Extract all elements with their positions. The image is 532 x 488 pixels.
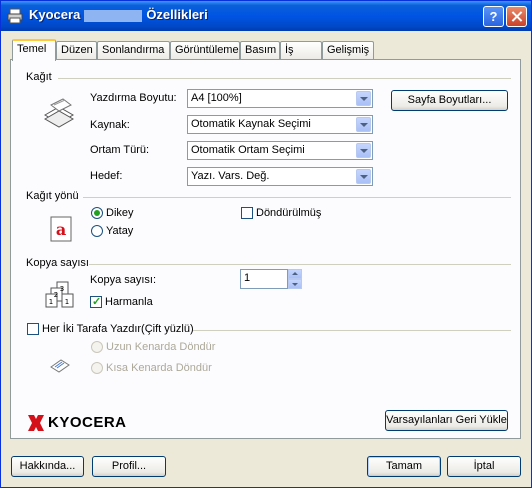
restore-defaults-button[interactable]: Varsayılanları Geri Yükle <box>385 410 508 431</box>
source-label: Kaynak: <box>90 119 130 131</box>
title-bar: Kyocera Özellikleri ? <box>1 1 531 31</box>
destination-label: Hedef: <box>90 170 123 182</box>
orientation-group-label: Kağıt yönü <box>26 190 79 202</box>
kyocera-logo: KYOCERA <box>48 414 127 431</box>
long-edge-radio[interactable] <box>91 341 103 353</box>
duplex-separator <box>193 330 511 331</box>
copy-count-stepper[interactable] <box>288 269 302 289</box>
tab-advanced[interactable]: Gelişmiş <box>322 41 374 59</box>
tab-imaging[interactable]: Görüntüleme <box>170 41 240 59</box>
spin-down-icon[interactable] <box>288 279 302 289</box>
chevron-down-icon <box>356 169 371 184</box>
copies-separator <box>89 264 511 265</box>
collate-copies-icon: 1 1 2 3 <box>45 281 74 308</box>
portrait-label[interactable]: Dikey <box>106 207 134 219</box>
paper-stack-icon <box>43 98 75 128</box>
long-edge-label[interactable]: Uzun Kenarda Döndür <box>106 341 215 353</box>
destination-select[interactable]: Yazı. Vars. Değ. <box>187 167 373 186</box>
window-title: Kyocera Özellikleri <box>29 7 208 22</box>
paper-separator <box>58 78 511 79</box>
short-edge-label[interactable]: Kısa Kenarda Döndür <box>106 362 212 374</box>
portrait-page-icon: a <box>50 216 72 242</box>
landscape-radio[interactable] <box>91 225 103 237</box>
svg-text:1: 1 <box>49 298 53 306</box>
tab-basic[interactable]: Temel <box>12 39 56 61</box>
tab-finishing[interactable]: Sonlandırma <box>97 41 170 59</box>
svg-text:2: 2 <box>54 291 58 299</box>
properties-window: Kyocera Özellikleri ? Temel Düzen Sonland… <box>0 0 532 488</box>
portrait-radio[interactable] <box>91 207 103 219</box>
chevron-down-icon <box>356 91 371 106</box>
copy-count-label: Kopya sayısı: <box>90 274 157 286</box>
close-button[interactable] <box>506 6 527 27</box>
cancel-button[interactable]: İptal <box>447 456 521 477</box>
duplex-page-icon <box>50 359 70 373</box>
spin-up-icon[interactable] <box>288 269 302 279</box>
rotated-checkbox[interactable] <box>241 207 253 219</box>
print-size-label: Yazdırma Boyutu: <box>90 92 177 104</box>
paper-group-label: Kağıt <box>26 71 52 83</box>
ok-button[interactable]: Tamam <box>367 456 441 477</box>
redacted-model <box>84 9 143 22</box>
profile-button[interactable]: Profil... <box>92 456 166 477</box>
copies-group-label: Kopya sayısı <box>26 257 89 269</box>
tab-layout[interactable]: Düzen <box>56 41 97 59</box>
tab-job[interactable]: İş <box>280 41 322 59</box>
rotated-label[interactable]: Döndürülmüş <box>256 207 321 219</box>
landscape-label[interactable]: Yatay <box>106 225 133 237</box>
source-select[interactable]: Otomatik Kaynak Seçimi <box>187 115 373 134</box>
svg-text:3: 3 <box>60 285 64 293</box>
chevron-down-icon <box>356 117 371 132</box>
help-button[interactable]: ? <box>483 6 504 27</box>
copy-count-input[interactable]: 1 <box>240 269 288 289</box>
collate-label[interactable]: Harmanla <box>105 296 153 308</box>
media-type-select[interactable]: Otomatik Ortam Seçimi <box>187 141 373 160</box>
svg-text:a: a <box>56 220 66 239</box>
media-type-label: Ortam Türü: <box>90 144 150 156</box>
tab-publishing[interactable]: Basım <box>240 41 280 59</box>
svg-text:1: 1 <box>65 298 69 306</box>
print-size-select[interactable]: A4 [100%] <box>187 89 373 108</box>
about-button[interactable]: Hakkında... <box>11 456 84 477</box>
collate-checkbox[interactable] <box>90 295 102 308</box>
chevron-down-icon <box>356 143 371 158</box>
duplex-label[interactable]: Her İki Tarafa Yazdır(Çift yüzlü) <box>42 323 194 335</box>
page-sizes-button[interactable]: Sayfa Boyutları... <box>391 90 508 111</box>
short-edge-radio[interactable] <box>91 362 103 374</box>
orientation-separator <box>83 197 511 198</box>
printer-icon <box>7 8 23 24</box>
duplex-checkbox[interactable] <box>27 323 39 335</box>
kyocera-logo-mark-icon <box>28 415 44 431</box>
